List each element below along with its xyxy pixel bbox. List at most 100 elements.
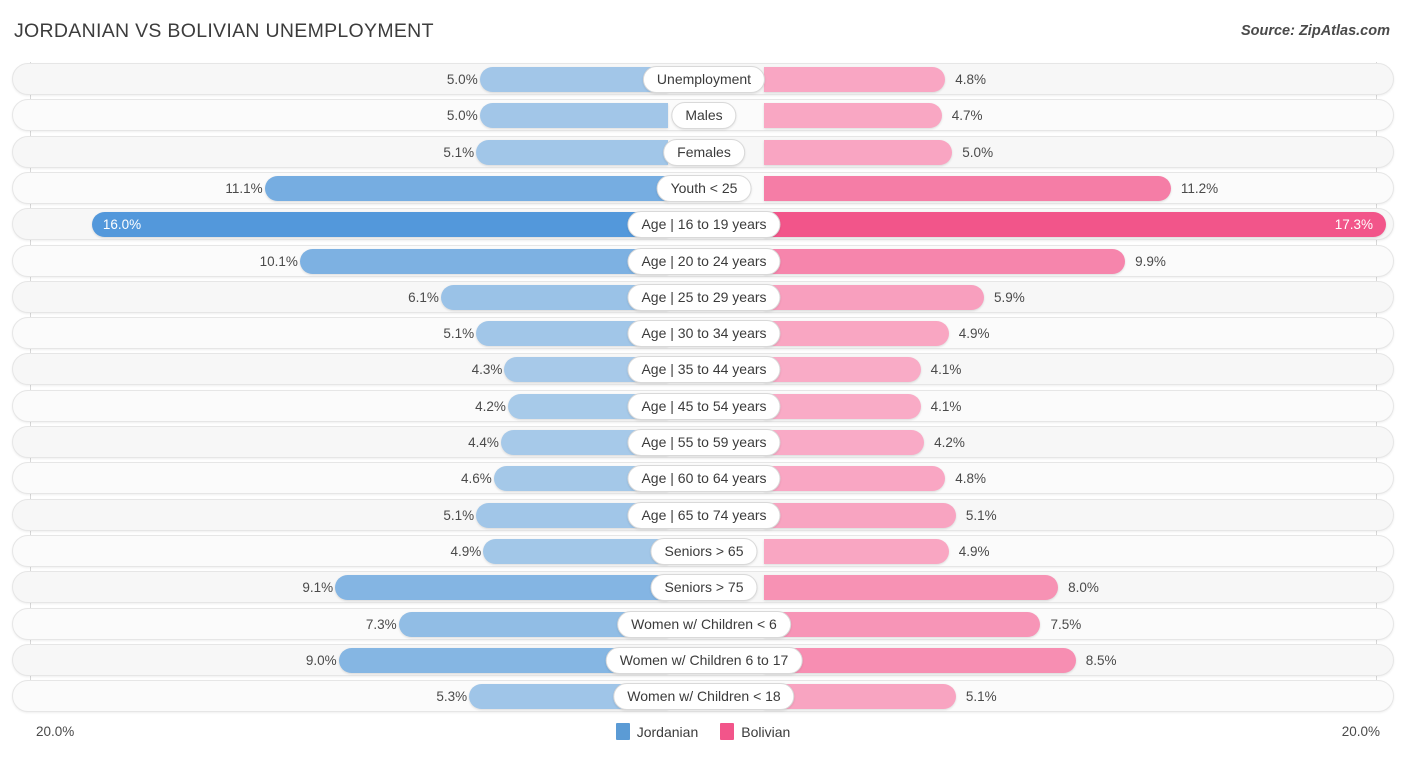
chart-legend: Jordanian Bolivian: [0, 723, 1406, 740]
value-label-bolivian: 4.7%: [951, 108, 983, 124]
value-label-bolivian: 5.0%: [962, 144, 994, 160]
value-label-bolivian: 5.1%: [965, 689, 997, 705]
value-label-bolivian: 17.3%: [1334, 217, 1373, 233]
category-label: Seniors > 65: [650, 537, 758, 565]
category-label: Age | 60 to 64 years: [627, 465, 781, 493]
bar-bolivian: [764, 430, 925, 455]
table-row: 4.4% 4.2% Age | 55 to 59 years: [12, 426, 1394, 458]
bar-bolivian: [764, 175, 1171, 201]
value-label-jordanian: 5.1%: [443, 144, 475, 160]
value-label-jordanian: 4.9%: [450, 543, 482, 559]
value-label-jordanian: 7.3%: [365, 616, 397, 632]
bar-bolivian: [764, 321, 949, 347]
category-label: Women w/ Children < 18: [613, 683, 795, 711]
value-label-jordanian: 9.0%: [305, 652, 337, 668]
legend-label: Bolivian: [741, 723, 791, 740]
table-row: 4.9% 4.9% Seniors > 65: [12, 534, 1394, 567]
category-label: Males: [671, 102, 737, 130]
source-attribution: Source: ZipAtlas.com: [1240, 23, 1390, 39]
value-label-jordanian: 5.1%: [443, 326, 475, 342]
value-label-jordanian: 5.0%: [446, 72, 478, 87]
value-label-bolivian: 4.9%: [958, 326, 990, 342]
bar-bolivian: [764, 466, 946, 492]
legend-label: Jordanian: [636, 723, 699, 740]
category-label: Age | 25 to 29 years: [627, 283, 781, 311]
value-label-jordanian: 16.0%: [102, 217, 142, 233]
table-row: 9.1% 8.0% Seniors > 75: [12, 571, 1394, 604]
category-label: Age | 16 to 19 years: [627, 211, 781, 239]
bar-jordanian: [479, 67, 668, 92]
value-label-bolivian: 4.8%: [955, 471, 987, 487]
table-row: 11.1% 11.2% Youth < 25: [12, 171, 1394, 204]
value-label-bolivian: 8.5%: [1085, 652, 1117, 668]
bar-bolivian: [764, 611, 1041, 637]
table-row: 9.0% 8.5% Women w/ Children 6 to 17: [12, 643, 1394, 676]
category-label: Seniors > 75: [650, 574, 758, 602]
value-label-bolivian: 4.8%: [955, 72, 987, 87]
bar-bolivian: [764, 248, 1126, 274]
table-row: 4.3% 4.1% Age | 35 to 44 years: [12, 353, 1394, 386]
value-label-jordanian: 4.3%: [471, 362, 503, 378]
value-label-jordanian: 5.0%: [446, 108, 478, 124]
value-label-jordanian: 11.1%: [225, 180, 263, 196]
bar-jordanian: [264, 175, 668, 201]
table-row: 5.0% 4.7% Males: [12, 99, 1394, 132]
category-label: Women w/ Children 6 to 17: [605, 646, 803, 674]
page-title: JORDANIAN VS BOLIVIAN UNEMPLOYMENT: [14, 20, 434, 42]
table-row: 6.1% 5.9% Age | 25 to 29 years: [12, 280, 1394, 313]
bar-bolivian: [764, 67, 946, 92]
value-label-jordanian: 9.1%: [302, 580, 334, 596]
value-label-jordanian: 4.4%: [468, 435, 499, 450]
value-label-bolivian: 5.1%: [965, 507, 997, 523]
bar-bolivian: [764, 139, 953, 165]
bar-bolivian: [764, 212, 1386, 238]
value-label-jordanian: 10.1%: [259, 253, 298, 269]
table-row: 5.3% 5.1% Women w/ Children < 18: [12, 680, 1394, 713]
value-label-jordanian: 4.2%: [475, 398, 506, 414]
legend-item: Jordanian: [615, 723, 699, 740]
bar-jordanian: [335, 575, 668, 601]
bar-bolivian: [764, 575, 1059, 601]
bar-bolivian: [764, 647, 1076, 673]
bar-bolivian: [764, 284, 985, 310]
bar-bolivian: [764, 357, 921, 383]
table-row: 5.1% 5.0% Females: [12, 135, 1394, 168]
bar-bolivian: [764, 538, 949, 564]
table-row: 7.3% 7.5% Women w/ Children < 6: [12, 607, 1394, 640]
value-label-bolivian: 9.9%: [1135, 253, 1166, 269]
bar-bolivian: [764, 393, 921, 419]
value-label-jordanian: 5.1%: [443, 507, 475, 523]
value-label-bolivian: 5.9%: [994, 289, 1025, 305]
bar-bolivian: [764, 502, 956, 528]
table-row: 5.1% 4.9% Age | 30 to 34 years: [12, 317, 1394, 350]
table-row: 4.2% 4.1% Age | 45 to 54 years: [12, 389, 1394, 422]
bar-jordanian: [91, 212, 668, 238]
bar-jordanian: [299, 248, 668, 274]
bar-bolivian: [764, 103, 942, 129]
table-row: 4.6% 4.8% Age | 60 to 64 years: [12, 462, 1394, 495]
bar-jordanian: [476, 139, 668, 165]
category-label: Unemployment: [642, 66, 766, 93]
table-row: 5.0% 4.8% Unemployment: [12, 63, 1394, 95]
value-label-jordanian: 6.1%: [408, 289, 439, 305]
value-label-bolivian: 8.0%: [1068, 580, 1099, 596]
value-label-bolivian: 4.1%: [930, 362, 962, 378]
table-row: 16.0% 17.3% Age | 16 to 19 years: [12, 208, 1394, 241]
bar-jordanian: [479, 103, 668, 129]
value-label-jordanian: 5.3%: [436, 689, 468, 705]
category-label: Youth < 25: [656, 174, 752, 202]
category-label: Age | 65 to 74 years: [627, 501, 781, 529]
category-label: Age | 20 to 24 years: [627, 247, 781, 275]
chart-container: JORDANIAN VS BOLIVIAN UNEMPLOYMENT Sourc…: [0, 0, 1406, 757]
legend-swatch-icon: [720, 723, 735, 740]
legend-item: Bolivian: [720, 723, 790, 740]
category-label: Age | 30 to 34 years: [627, 320, 781, 348]
value-label-bolivian: 11.2%: [1180, 180, 1219, 196]
plot-area: 5.0% 4.8% Unemployment 5.0% 4.7% Males 5.1% 5.0…: [0, 62, 1406, 717]
table-row: 5.1% 5.1% Age | 65 to 74 years: [12, 498, 1394, 531]
value-label-bolivian: 4.1%: [930, 398, 962, 414]
table-row: 10.1% 9.9% Age | 20 to 24 years: [12, 244, 1394, 277]
value-label-jordanian: 4.6%: [461, 471, 492, 487]
category-label: Age | 35 to 44 years: [627, 356, 781, 384]
category-label: Females: [663, 138, 745, 166]
